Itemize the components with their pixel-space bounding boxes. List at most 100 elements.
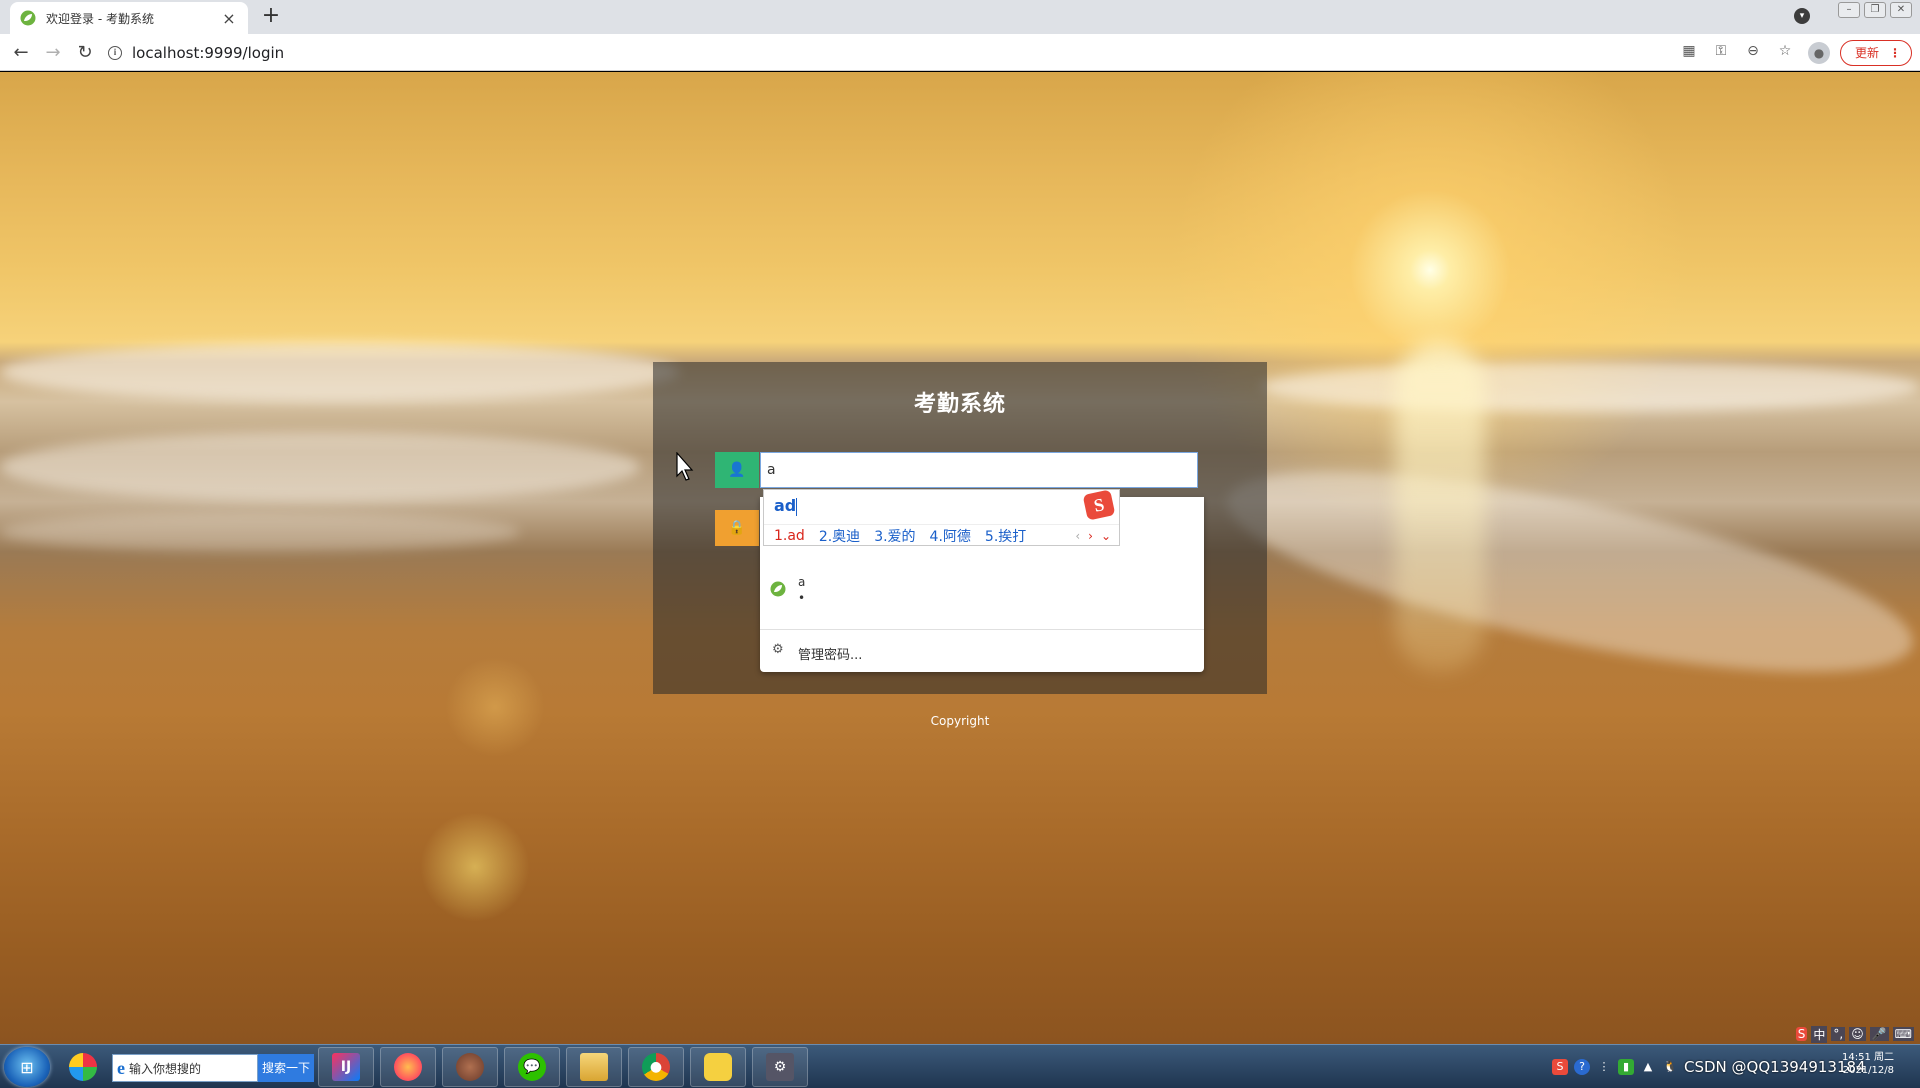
lens-flare: [445, 657, 545, 757]
update-label: 更新: [1854, 46, 1879, 60]
mouse-cursor-icon: [676, 452, 694, 481]
ime-prev-icon[interactable]: ‹: [1075, 529, 1080, 543]
login-title: 考勤系统: [913, 392, 1006, 417]
taskbar-app-tool[interactable]: ⚙: [752, 1047, 808, 1087]
folder-icon: [580, 1053, 608, 1081]
tool-app-icon: ⚙: [766, 1053, 794, 1081]
suggestion-username: a: [798, 575, 806, 589]
spring-leaf-icon: [770, 581, 786, 597]
copyright-text: Copyright: [930, 714, 990, 728]
wave-foam: [1213, 430, 1920, 714]
autofill-suggestion[interactable]: a •: [760, 569, 1204, 609]
taskbar-app-explorer[interactable]: [566, 1047, 622, 1087]
taskbar-app-notes[interactable]: [690, 1047, 746, 1087]
taskbar-app-game[interactable]: [442, 1047, 498, 1087]
browser-tab[interactable]: 欢迎登录 - 考勤系统 ×: [10, 2, 248, 34]
username-input[interactable]: a: [760, 452, 1198, 488]
ie-icon: e: [117, 1057, 125, 1078]
address-bar[interactable]: i localhost:9999/login: [108, 39, 1668, 67]
ime-candidate[interactable]: 5.挨打: [985, 526, 1026, 546]
minimize-button[interactable]: –: [1838, 2, 1860, 18]
wechat-icon: 💬: [518, 1053, 546, 1081]
wave-foam: [0, 512, 520, 552]
browser-tab-bar: 欢迎登录 - 考勤系统 × + ▾ – ❐ ✕: [0, 0, 1920, 34]
help-icon[interactable]: ?: [1574, 1059, 1590, 1075]
clock-date: 2021/12/8: [1842, 1065, 1894, 1076]
back-button[interactable]: ←: [8, 40, 34, 66]
login-page-background: 考勤系统 👤 a 🔒 Copyright ••••• a • ⚙ 管理密码...…: [0, 72, 1920, 1044]
ime-voice-icon[interactable]: 🎤: [1869, 1027, 1889, 1041]
taskbar-app-chrome[interactable]: ●: [628, 1047, 684, 1087]
manage-passwords-item[interactable]: ⚙ 管理密码...: [760, 637, 1204, 667]
battery-icon[interactable]: ▮: [1618, 1059, 1634, 1075]
zoom-icon[interactable]: ⊖: [1744, 42, 1762, 60]
taskbar-app-intellij[interactable]: IJ: [318, 1047, 374, 1087]
watermark-text: CSDN @QQ1394913184: [1684, 1058, 1866, 1076]
notes-app-icon: [704, 1053, 732, 1081]
sogou-icon[interactable]: S: [1552, 1059, 1568, 1075]
show-hidden-icon[interactable]: ▲: [1640, 1059, 1656, 1075]
network-icon[interactable]: ⋮: [1596, 1059, 1612, 1075]
search-placeholder: 输入你想搜的: [129, 1061, 202, 1076]
sogou-logo-icon: S: [1082, 489, 1116, 521]
start-button-icon[interactable]: ⊞: [4, 1047, 50, 1087]
lens-flare: [420, 812, 530, 922]
wave-foam: [1260, 362, 1920, 412]
restore-button[interactable]: ❐: [1864, 2, 1886, 18]
ime-expand-icon[interactable]: ⌄: [1101, 529, 1111, 543]
ime-caret: [796, 497, 798, 516]
ime-candidate[interactable]: 1.ad: [774, 528, 805, 544]
wave-foam: [0, 342, 680, 402]
tab-search-icon[interactable]: ▾: [1794, 8, 1810, 24]
bookmark-star-icon[interactable]: ☆: [1776, 42, 1794, 60]
taskbar-search-input[interactable]: e 输入你想搜的: [112, 1054, 258, 1082]
lock-icon: 🔒: [715, 510, 759, 546]
tab-title: 欢迎登录 - 考勤系统: [46, 11, 154, 26]
window-controls: – ❐ ✕: [1838, 2, 1912, 18]
firefox-icon: [394, 1053, 422, 1081]
profile-avatar-icon[interactable]: ●: [1808, 42, 1830, 64]
url-text[interactable]: localhost:9999/login: [132, 44, 284, 62]
update-button[interactable]: 更新 ⋮: [1839, 40, 1912, 66]
ime-candidate[interactable]: 2.奥迪: [819, 526, 860, 546]
reload-button[interactable]: ↻: [72, 40, 98, 66]
qr-code-icon[interactable]: ▦: [1680, 42, 1698, 60]
taskbar-app-wechat[interactable]: 💬: [504, 1047, 560, 1087]
forward-button[interactable]: →: [40, 40, 66, 66]
taskbar-app-colorful[interactable]: [58, 1047, 108, 1087]
tab-close-icon[interactable]: ×: [220, 9, 238, 28]
toolbar-icons: ▦ ⚿ ⊖ ☆ ●: [1680, 42, 1830, 64]
ime-candidate-row: 1.ad 2.奥迪 3.爱的 4.阿德 5.挨打 ‹ › ⌄: [764, 524, 1119, 546]
ime-punct[interactable]: °,: [1831, 1027, 1846, 1041]
system-clock[interactable]: 14:51 周二 2021/12/8: [1842, 1051, 1894, 1077]
ime-candidate[interactable]: 4.阿德: [930, 526, 971, 546]
wave-foam: [0, 432, 640, 502]
close-window-button[interactable]: ✕: [1890, 2, 1912, 18]
spring-leaf-icon: [20, 10, 36, 26]
gear-icon: ⚙: [772, 642, 784, 657]
new-tab-button[interactable]: +: [258, 4, 284, 30]
ime-page-nav: ‹ › ⌄: [1075, 529, 1111, 543]
qq-penguin-icon[interactable]: 🐧: [1662, 1059, 1678, 1075]
windows-taskbar: ⊞ e 输入你想搜的 搜索一下 IJ 💬 ● ⚙ S ? ⋮ ▮ ▲ 🐧 CSD…: [0, 1044, 1920, 1088]
ime-mode[interactable]: 中: [1811, 1025, 1828, 1043]
sun-reflection: [1395, 342, 1485, 672]
ime-emoji-icon[interactable]: ☺: [1849, 1027, 1866, 1041]
clock-time: 14:51 周二: [1842, 1052, 1894, 1063]
menu-dots-icon[interactable]: ⋮: [1889, 46, 1901, 60]
browser-toolbar: ← → ↻ i localhost:9999/login ▦ ⚿ ⊖ ☆ ● 更…: [0, 34, 1920, 71]
info-icon[interactable]: i: [108, 46, 122, 60]
taskbar-search-button[interactable]: 搜索一下: [258, 1054, 314, 1082]
colorful-app-icon: [69, 1053, 97, 1081]
sogou-tray-icon[interactable]: S: [1795, 1027, 1808, 1041]
ime-composition: ad: [774, 496, 798, 516]
chrome-icon: ●: [642, 1053, 670, 1081]
key-icon[interactable]: ⚿: [1712, 42, 1730, 60]
ime-next-icon[interactable]: ›: [1088, 529, 1093, 543]
ime-candidate[interactable]: 3.爱的: [874, 526, 915, 546]
taskbar-app-firefox[interactable]: [380, 1047, 436, 1087]
ime-candidate-window: ad S 1.ad 2.奥迪 3.爱的 4.阿德 5.挨打 ‹ › ⌄: [763, 489, 1120, 546]
dropdown-divider: [760, 629, 1204, 630]
ime-status-bar: S 中 °, ☺ 🎤 ⌨: [1795, 1024, 1914, 1044]
ime-keyboard-icon[interactable]: ⌨: [1892, 1027, 1914, 1041]
